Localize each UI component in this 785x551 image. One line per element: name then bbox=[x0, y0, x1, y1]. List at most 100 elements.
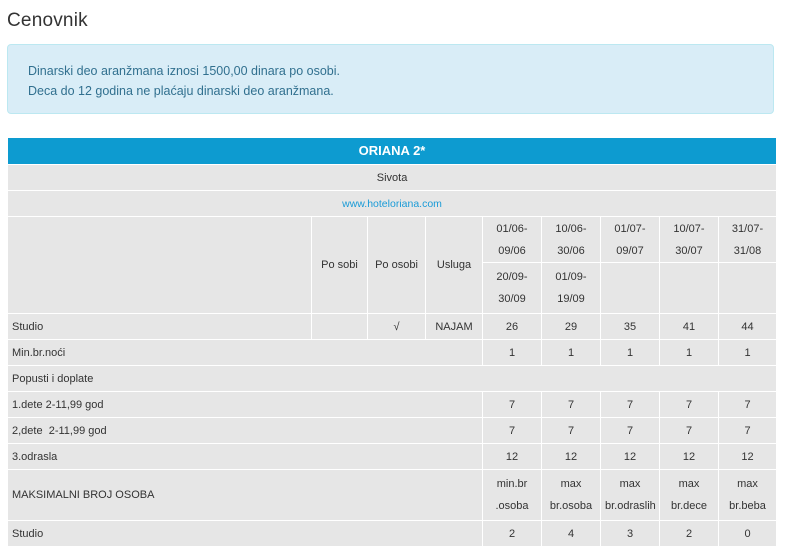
period-header: 10/07- 30/07 bbox=[659, 216, 719, 263]
period-end: 30/07 bbox=[675, 244, 703, 257]
value-cell: 7 bbox=[482, 391, 542, 418]
capacity-line-1: max bbox=[737, 478, 758, 490]
table-row-child-2: 2,dete 2-11,99 god 7 7 7 7 7 bbox=[7, 417, 778, 444]
capacity-line-2: br.beba bbox=[729, 500, 766, 512]
value-cell: 0 bbox=[717, 520, 778, 547]
po-osobi-check: √ bbox=[367, 313, 426, 340]
po-sobi-cell bbox=[311, 313, 368, 340]
period-start: 31/07- bbox=[731, 222, 764, 235]
period-header: 01/07- 09/07 bbox=[600, 216, 660, 263]
row-label: 1.dete 2-11,99 god bbox=[7, 391, 483, 418]
row-label: Studio bbox=[7, 520, 483, 547]
period-start: 20/09- bbox=[496, 271, 528, 283]
period-header-alt: 20/09- 30/09 bbox=[482, 262, 542, 314]
value-cell: 7 bbox=[482, 417, 542, 444]
value-cell: 1 bbox=[600, 339, 660, 366]
row-label: 3.odrasla bbox=[7, 443, 483, 470]
value-cell: 1 bbox=[659, 339, 719, 366]
period-header-alt: 01/09- 19/09 bbox=[541, 262, 601, 314]
price-cell: 29 bbox=[541, 313, 601, 340]
period-end: 30/09 bbox=[498, 293, 526, 305]
hotel-location: Sivota bbox=[6, 164, 778, 191]
row-label: Studio bbox=[7, 313, 312, 340]
value-cell: 7 bbox=[600, 391, 660, 418]
period-start: 01/06- bbox=[496, 222, 528, 235]
value-cell: 7 bbox=[659, 417, 719, 444]
info-line-2: Deca do 12 godina ne plaćaju dinarski de… bbox=[28, 84, 334, 98]
value-cell: 7 bbox=[600, 417, 660, 444]
capacity-header: max br.beba bbox=[717, 469, 778, 521]
value-cell: 7 bbox=[541, 391, 601, 418]
capacity-line-1: max bbox=[678, 478, 700, 490]
value-cell: 12 bbox=[482, 443, 542, 470]
hotel-name: ORIANA 2* bbox=[6, 137, 778, 165]
period-end: 09/06 bbox=[498, 244, 526, 257]
value-cell: 7 bbox=[541, 417, 601, 444]
value-cell: 1 bbox=[482, 339, 542, 366]
value-cell: 7 bbox=[717, 391, 778, 418]
value-cell: 12 bbox=[717, 443, 778, 470]
table-row-adult-3: 3.odrasla 12 12 12 12 12 bbox=[7, 443, 778, 470]
capacity-header: max br.dece bbox=[659, 469, 719, 521]
header-po-sobi: Po sobi bbox=[311, 216, 368, 314]
usluga-cell: NAJAM bbox=[425, 313, 483, 340]
period-end: 09/07 bbox=[616, 244, 644, 257]
info-alert: Dinarski deo aranžmana iznosi 1500,00 di… bbox=[7, 44, 774, 114]
capacity-line-2: .osoba bbox=[495, 500, 529, 512]
period-header-alt bbox=[659, 262, 719, 314]
info-line-1: Dinarski deo aranžmana iznosi 1500,00 di… bbox=[28, 64, 340, 78]
capacity-header: max br.odraslih bbox=[600, 469, 660, 521]
capacity-line-1: max bbox=[560, 478, 582, 490]
table-row-max-persons: MAKSIMALNI BROJ OSOBA min.br .osoba max br… bbox=[7, 469, 778, 521]
value-cell: 2 bbox=[482, 520, 542, 547]
capacity-line-2: br.dece bbox=[670, 500, 708, 512]
capacity-line-2: br.odraslih bbox=[605, 500, 656, 512]
value-cell: 4 bbox=[541, 520, 601, 547]
period-start: 10/07- bbox=[673, 222, 705, 235]
price-cell: 44 bbox=[717, 313, 778, 340]
section-label: Popusti i doplate bbox=[6, 365, 778, 392]
period-end: 19/09 bbox=[557, 293, 585, 305]
capacity-line-1: min.br bbox=[496, 478, 528, 490]
value-cell: 12 bbox=[659, 443, 719, 470]
period-end: 30/06 bbox=[557, 244, 585, 257]
table-row-discounts-heading: Popusti i doplate bbox=[6, 365, 778, 392]
period-end: 31/08 bbox=[733, 244, 762, 257]
price-cell: 26 bbox=[482, 313, 542, 340]
table-row-min-nights: Min.br.noći 1 1 1 1 1 bbox=[7, 339, 778, 366]
table-row-studio: Studio √ NAJAM 26 29 35 41 44 bbox=[7, 313, 778, 340]
row-label: MAKSIMALNI BROJ OSOBA bbox=[7, 469, 483, 521]
value-cell: 1 bbox=[717, 339, 778, 366]
period-start: 10/06- bbox=[555, 222, 587, 235]
price-list-page: Cenovnik Dinarski deo aranžmana iznosi 1… bbox=[0, 0, 785, 551]
capacity-header: min.br .osoba bbox=[482, 469, 542, 521]
hotel-website-link[interactable]: www.hoteloriana.com bbox=[6, 190, 778, 217]
value-cell: 3 bbox=[600, 520, 660, 547]
value-cell: 2 bbox=[659, 520, 719, 547]
value-cell: 1 bbox=[541, 339, 601, 366]
value-cell: 7 bbox=[659, 391, 719, 418]
value-cell: 12 bbox=[541, 443, 601, 470]
header-po-osobi: Po osobi bbox=[367, 216, 426, 314]
table-row-child-1: 1.dete 2-11,99 god 7 7 7 7 7 bbox=[7, 391, 778, 418]
capacity-line-2: br.osoba bbox=[549, 500, 593, 512]
price-table: ORIANA 2* Sivota www.hoteloriana.com Po … bbox=[6, 137, 778, 547]
price-cell: 35 bbox=[600, 313, 660, 340]
capacity-header: max br.osoba bbox=[541, 469, 601, 521]
row-label: Min.br.noći bbox=[7, 339, 483, 366]
value-cell: 7 bbox=[717, 417, 778, 444]
period-header-alt bbox=[717, 262, 778, 314]
period-header: 01/06- 09/06 bbox=[482, 216, 542, 263]
period-header-alt bbox=[600, 262, 660, 314]
value-cell: 12 bbox=[600, 443, 660, 470]
capacity-line-1: max bbox=[619, 478, 641, 490]
header-empty-cell bbox=[7, 216, 312, 314]
page-title: Cenovnik bbox=[7, 10, 88, 31]
period-header: 10/06- 30/06 bbox=[541, 216, 601, 263]
table-row-studio-capacity: Studio 2 4 3 2 0 bbox=[7, 520, 778, 547]
price-cell: 41 bbox=[659, 313, 719, 340]
period-start: 01/09- bbox=[555, 271, 587, 283]
period-header: 31/07- 31/08 bbox=[717, 216, 778, 263]
period-start: 01/07- bbox=[614, 222, 646, 235]
row-label: 2,dete 2-11,99 god bbox=[7, 417, 483, 444]
